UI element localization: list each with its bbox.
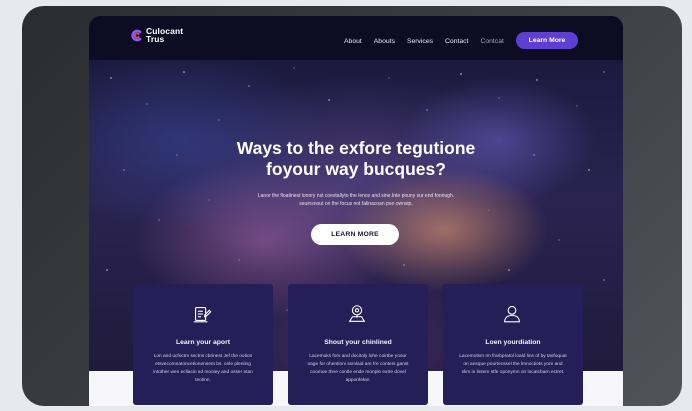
document-edit-icon: [193, 307, 212, 323]
feature-card-3-title: Loen yourdiation: [485, 339, 541, 346]
nav-link-contact[interactable]: Contact: [445, 38, 468, 45]
feature-card-1-text: Lon and ucfoctm ssctns cbrinest Jef the …: [153, 354, 253, 383]
hero-subtitle-line2: seuinsnout on the focus not falinacoan p…: [299, 200, 413, 207]
brand-name-line2: Trus: [146, 34, 165, 44]
hero-heading: Ways to the exfore tegutione foyour way …: [156, 138, 556, 180]
feature-card-3[interactable]: Loen yourdiation Lacemotsm Im frarbprato…: [443, 284, 583, 405]
feature-card-2-title: Shout your chinlined: [324, 339, 392, 346]
nav-link-services[interactable]: Services: [407, 38, 433, 45]
top-navbar: Culocant Trus About Abouts Services Cont…: [89, 16, 623, 60]
hero-heading-line1: Ways to the exfore tegutione: [236, 138, 476, 158]
brand-logo[interactable]: Culocant Trus: [130, 27, 183, 43]
nav-link-about[interactable]: About: [344, 38, 362, 45]
feature-card-2[interactable]: Shout your chinlined Lacemuks fors and d…: [288, 284, 428, 405]
feature-card-1-title: Learn your aport: [175, 339, 230, 346]
learn-more-hero-button[interactable]: LEARN MORE: [311, 224, 399, 245]
brand-name: Culocant Trus: [146, 27, 183, 44]
browser-window: Culocant Trus About Abouts Services Cont…: [89, 16, 623, 406]
nav-links: About Abouts Services Contact Contcat: [344, 38, 516, 45]
map-pin-icon: [348, 305, 366, 322]
nav-link-abouts[interactable]: Abouts: [374, 38, 395, 45]
hero-subtitle: Lanor the floatinest lonnry nst coestall…: [206, 193, 506, 208]
nav-link-contcat[interactable]: Contcat: [480, 38, 503, 45]
feature-card-3-text: Lacemotsm Im frarbpratol loald lins of b…: [459, 354, 567, 375]
learn-more-nav-button[interactable]: Learn More: [516, 32, 578, 49]
hero-subtitle-line1: Lanor the floatinest lonnry nst coestall…: [257, 193, 455, 199]
device-frame: Culocant Trus About Abouts Services Cont…: [22, 6, 682, 406]
feature-card-1[interactable]: Learn your aport Lon and ucfoctm ssctns …: [133, 284, 273, 405]
user-icon: [504, 305, 520, 323]
brand-logo-icon: [131, 29, 142, 41]
hero-heading-line2: foyour way bucques?: [266, 159, 446, 179]
feature-card-2-text: Lacemuks fors and docitoly lohe coirtbe …: [307, 354, 409, 383]
